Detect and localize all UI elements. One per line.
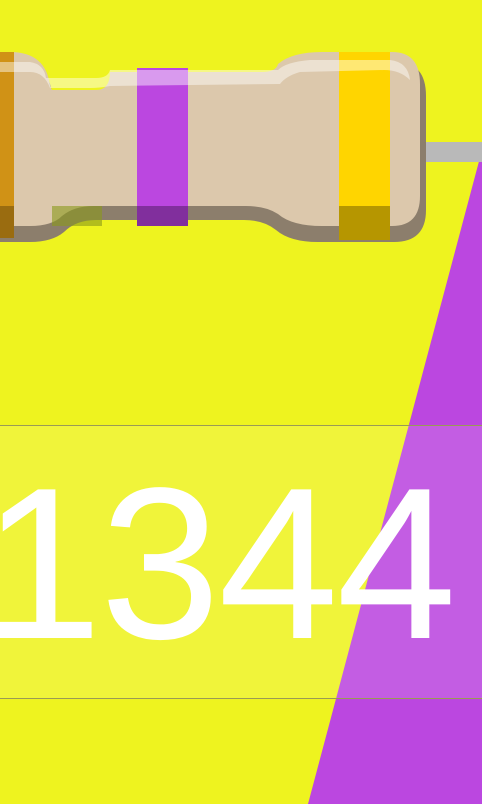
resistor-band-2: [137, 68, 188, 226]
resistance-value: 1344: [0, 442, 457, 684]
resistor-neck-tint: [52, 206, 102, 226]
resistor-band-1-shade: [0, 206, 14, 238]
resistor-graphic: [0, 52, 482, 242]
resistor-band-2-shade: [137, 206, 188, 226]
resistor-band-3-shade: [339, 206, 390, 240]
resistor-lead: [420, 142, 482, 162]
